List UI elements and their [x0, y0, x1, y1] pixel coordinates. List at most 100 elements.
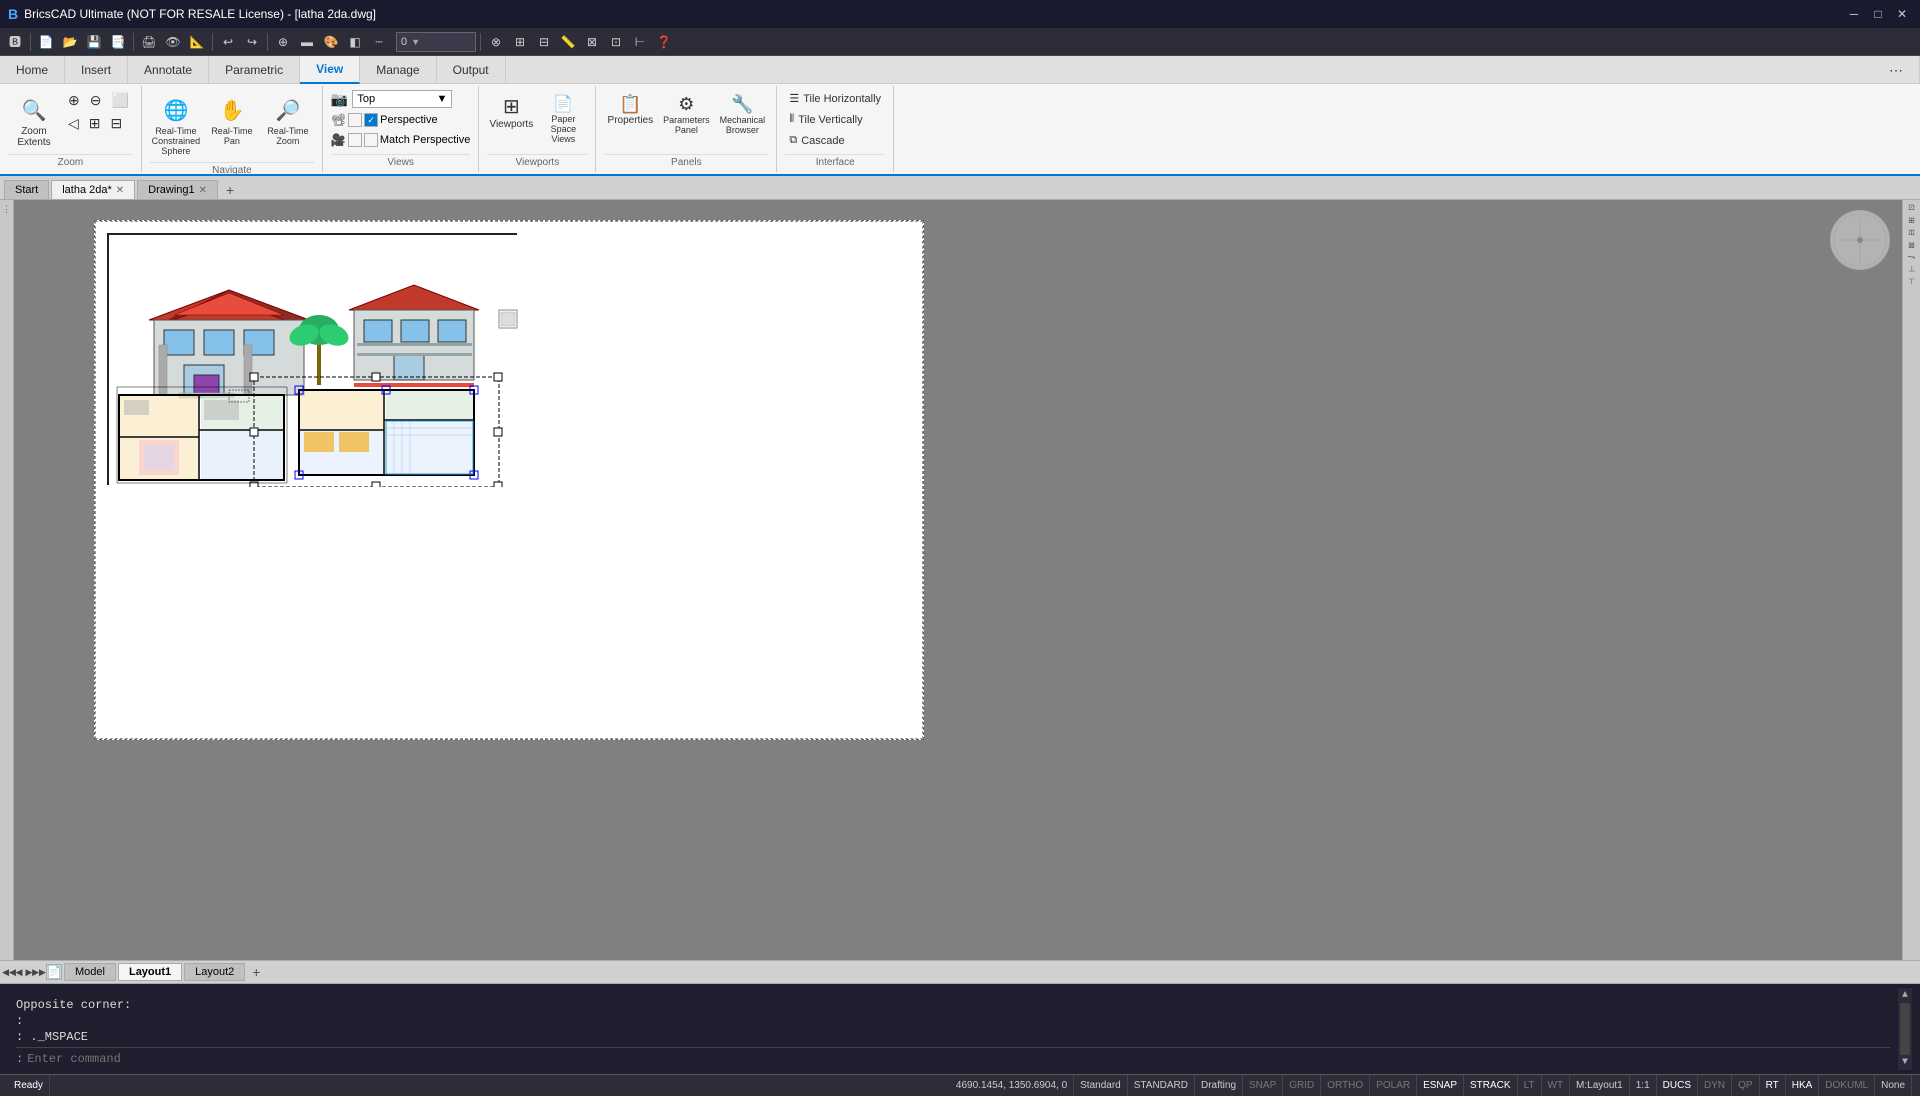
- cmd-scroll-thumb[interactable]: [1900, 1003, 1910, 1055]
- zoom-out-button[interactable]: ⊖: [86, 90, 106, 111]
- doc-tab-add-button[interactable]: +: [220, 181, 240, 199]
- snap2-icon[interactable]: ⊗: [485, 31, 507, 53]
- doc-tab-drawing1-close[interactable]: ✕: [199, 185, 207, 196]
- rt-constrained-button[interactable]: 🌐 Real-TimeConstrained Sphere: [150, 90, 202, 160]
- command-input[interactable]: [27, 1052, 1890, 1066]
- osnap-icon[interactable]: ⊞: [509, 31, 531, 53]
- display-panel-icon[interactable]: ⊢: [1907, 278, 1916, 285]
- rt-pan-button[interactable]: ✋ Real-TimePan: [206, 90, 258, 150]
- formula-panel-icon[interactable]: ƒ: [1907, 255, 1916, 259]
- doc-tab-start[interactable]: Start: [4, 180, 49, 199]
- status-esnap[interactable]: ESNAP: [1417, 1075, 1464, 1096]
- parameters-panel-button[interactable]: ⚙ ParametersPanel: [660, 90, 712, 139]
- viewcube[interactable]: [1830, 210, 1890, 270]
- measure-icon[interactable]: 📏: [557, 31, 579, 53]
- line-weight-icon[interactable]: ▬: [296, 31, 318, 53]
- layout-sheet-icon[interactable]: 📄: [46, 964, 62, 980]
- save-as-icon[interactable]: 📑: [107, 31, 129, 53]
- status-ortho[interactable]: ORTHO: [1321, 1075, 1370, 1096]
- status-dyn[interactable]: DYN: [1698, 1075, 1732, 1096]
- undo-icon[interactable]: ↩: [217, 31, 239, 53]
- nav-first-button[interactable]: ◀◀: [4, 964, 14, 980]
- block-icon[interactable]: ⊠: [581, 31, 603, 53]
- 3d-match-check[interactable]: [364, 133, 378, 147]
- maximize-button[interactable]: □: [1868, 4, 1888, 24]
- color-icon[interactable]: 🎨: [320, 31, 342, 53]
- status-grid[interactable]: GRID: [1283, 1075, 1321, 1096]
- paper-space-button[interactable]: 📄 Paper SpaceViews: [539, 90, 587, 148]
- cascade-button[interactable]: ⧉ Cascade: [785, 132, 848, 149]
- tile-vertically-button[interactable]: ⦀ Tile Vertically: [785, 111, 866, 128]
- tab-annotate[interactable]: Annotate: [128, 56, 209, 84]
- status-wt[interactable]: WT: [1542, 1075, 1571, 1096]
- mechanical-browser-button[interactable]: 🔧 MechanicalBrowser: [716, 90, 768, 139]
- zoom-all-button[interactable]: ⊞: [85, 113, 105, 134]
- status-polar[interactable]: POLAR: [1370, 1075, 1417, 1096]
- snap-icon[interactable]: ⊕: [272, 31, 294, 53]
- properties-panel-icon[interactable]: ⊡: [1907, 204, 1916, 211]
- doc-tab-latha-close[interactable]: ✕: [116, 185, 124, 196]
- close-button[interactable]: ✕: [1892, 4, 1912, 24]
- 2d-match-check[interactable]: [348, 133, 362, 147]
- layer-dropdown[interactable]: 0 ▼: [396, 32, 476, 52]
- model-tab[interactable]: Model: [64, 963, 116, 981]
- tab-expand[interactable]: ⋯: [1873, 56, 1920, 84]
- tab-parametric[interactable]: Parametric: [209, 56, 300, 84]
- blocks-panel-icon[interactable]: ⊟: [1907, 229, 1916, 236]
- doc-tab-latha2da[interactable]: latha 2da* ✕: [51, 180, 135, 199]
- zoom-prev-button[interactable]: ◁: [64, 113, 83, 134]
- tracking-icon[interactable]: ⊟: [533, 31, 555, 53]
- 3d-perspective-check[interactable]: ✓: [364, 113, 378, 127]
- cmd-scroll-up[interactable]: ▲: [1902, 990, 1908, 1001]
- save-icon[interactable]: 💾: [83, 31, 105, 53]
- tab-view[interactable]: View: [300, 56, 360, 84]
- zoom-in-button[interactable]: ⊕: [64, 90, 84, 111]
- layout-add-button[interactable]: +: [247, 963, 265, 981]
- tab-home[interactable]: Home: [0, 56, 65, 84]
- status-rt[interactable]: RT: [1760, 1075, 1786, 1096]
- canvas-area[interactable]: ⊡ ⊞ ⊟ ⊠ ƒ ⊣ ⊢: [14, 200, 1920, 960]
- status-strack[interactable]: STRACK: [1464, 1075, 1518, 1096]
- 2d-perspective-check[interactable]: [348, 113, 362, 127]
- snap-panel-icon[interactable]: ⊠: [1907, 242, 1916, 249]
- rt-zoom-button[interactable]: 🔎 Real-TimeZoom: [262, 90, 314, 150]
- new-icon[interactable]: 📄: [35, 31, 57, 53]
- library-panel-icon[interactable]: ⊣: [1907, 265, 1916, 272]
- viewports-button[interactable]: ⊞ Viewports: [487, 90, 535, 134]
- status-none[interactable]: None: [1875, 1075, 1912, 1096]
- layout1-tab[interactable]: Layout1: [118, 963, 182, 981]
- status-snap[interactable]: SNAP: [1243, 1075, 1283, 1096]
- layer-icon[interactable]: ◧: [344, 31, 366, 53]
- cmd-scroll-down[interactable]: ▼: [1902, 1057, 1908, 1068]
- views-dropdown[interactable]: Top ▼: [352, 90, 452, 108]
- linetype-icon[interactable]: ┄: [368, 31, 390, 53]
- tab-insert[interactable]: Insert: [65, 56, 128, 84]
- field-icon[interactable]: ⊢: [629, 31, 651, 53]
- nav-last-button[interactable]: ▶▶: [34, 964, 44, 980]
- zoom-window-button[interactable]: ⬜: [107, 90, 132, 111]
- table-icon[interactable]: ⊡: [605, 31, 627, 53]
- properties-button[interactable]: 📋 Properties: [604, 90, 656, 130]
- layers-panel-icon[interactable]: ⊞: [1907, 217, 1916, 224]
- tile-horizontally-button[interactable]: ☰ Tile Horizontally: [785, 90, 885, 107]
- open-icon[interactable]: 📂: [59, 31, 81, 53]
- zoom-dyn-button[interactable]: ⊟: [107, 113, 127, 134]
- status-qp[interactable]: QP: [1732, 1075, 1759, 1096]
- status-hka[interactable]: HKA: [1786, 1075, 1820, 1096]
- status-dokuml[interactable]: DOKUML: [1819, 1075, 1875, 1096]
- zoom-extents-button[interactable]: 🔍 ZoomExtents: [8, 90, 60, 152]
- tab-output[interactable]: Output: [437, 56, 506, 84]
- bricscad-menu-icon[interactable]: 🅱: [4, 31, 26, 53]
- minimize-button[interactable]: ─: [1844, 4, 1864, 24]
- plot-icon[interactable]: 📐: [186, 31, 208, 53]
- nav-prev-button[interactable]: ◀: [14, 964, 24, 980]
- doc-tab-drawing1[interactable]: Drawing1 ✕: [137, 180, 218, 199]
- help-icon[interactable]: ❓: [653, 31, 675, 53]
- print-preview-icon[interactable]: 👁: [162, 31, 184, 53]
- layout2-tab[interactable]: Layout2: [184, 963, 245, 981]
- tab-manage[interactable]: Manage: [360, 56, 436, 84]
- redo-icon[interactable]: ↪: [241, 31, 263, 53]
- print-icon[interactable]: 🖨: [138, 31, 160, 53]
- status-lt[interactable]: LT: [1518, 1075, 1542, 1096]
- status-ducs[interactable]: DUCS: [1657, 1075, 1698, 1096]
